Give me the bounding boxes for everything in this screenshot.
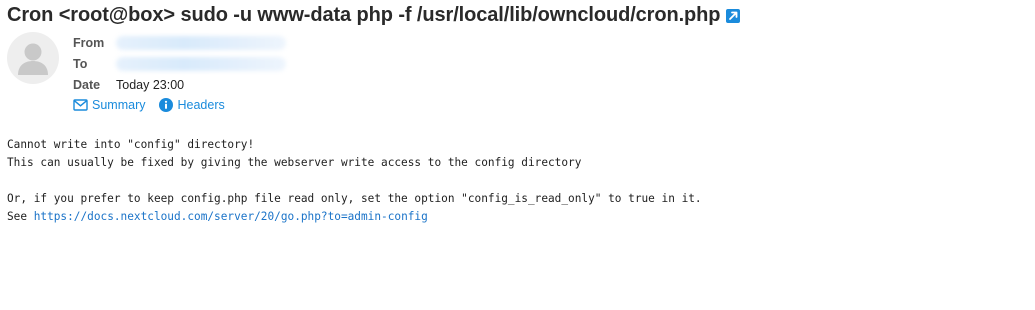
from-row: From	[73, 32, 286, 53]
message-body: Cannot write into "config" directory! Thi…	[7, 136, 702, 226]
message-view: Cron <root@box> sudo -u www-data php -f …	[0, 0, 1035, 310]
message-subject: Cron <root@box> sudo -u www-data php -f …	[7, 3, 721, 26]
envelope-icon	[73, 99, 88, 111]
user-avatar-icon	[18, 43, 48, 75]
from-label: From	[73, 35, 105, 50]
to-value-redacted	[116, 56, 286, 71]
header-toggles: Summary Headers	[73, 98, 239, 112]
date-row: Date Today 23:00	[73, 74, 286, 95]
to-label: To	[73, 56, 88, 71]
date-value: Today 23:00	[116, 77, 185, 92]
subject-row: Cron <root@box> sudo -u www-data php -f …	[7, 1, 741, 29]
date-label: Date	[73, 77, 101, 92]
see-prefix: See	[7, 210, 34, 223]
info-icon	[159, 98, 174, 112]
body-line-3: Or, if you prefer to keep config.php fil…	[7, 192, 702, 205]
body-blank-line	[7, 172, 702, 190]
headers-label: Headers	[177, 98, 225, 112]
external-link-icon[interactable]	[726, 9, 741, 23]
to-row: To	[73, 53, 286, 74]
message-headers: From To Date Today 23:00	[73, 32, 286, 95]
summary-label: Summary	[92, 98, 146, 112]
headers-button[interactable]: Headers	[159, 98, 225, 112]
body-line-4: See https://docs.nextcloud.com/server/20…	[7, 208, 702, 226]
body-line-1: Cannot write into "config" directory!	[7, 138, 255, 151]
docs-link[interactable]: https://docs.nextcloud.com/server/20/go.…	[34, 210, 428, 223]
summary-button[interactable]: Summary	[73, 98, 145, 112]
from-value-redacted	[116, 35, 286, 50]
body-line-2: This can usually be fixed by giving the …	[7, 156, 582, 169]
sender-avatar	[7, 32, 59, 84]
